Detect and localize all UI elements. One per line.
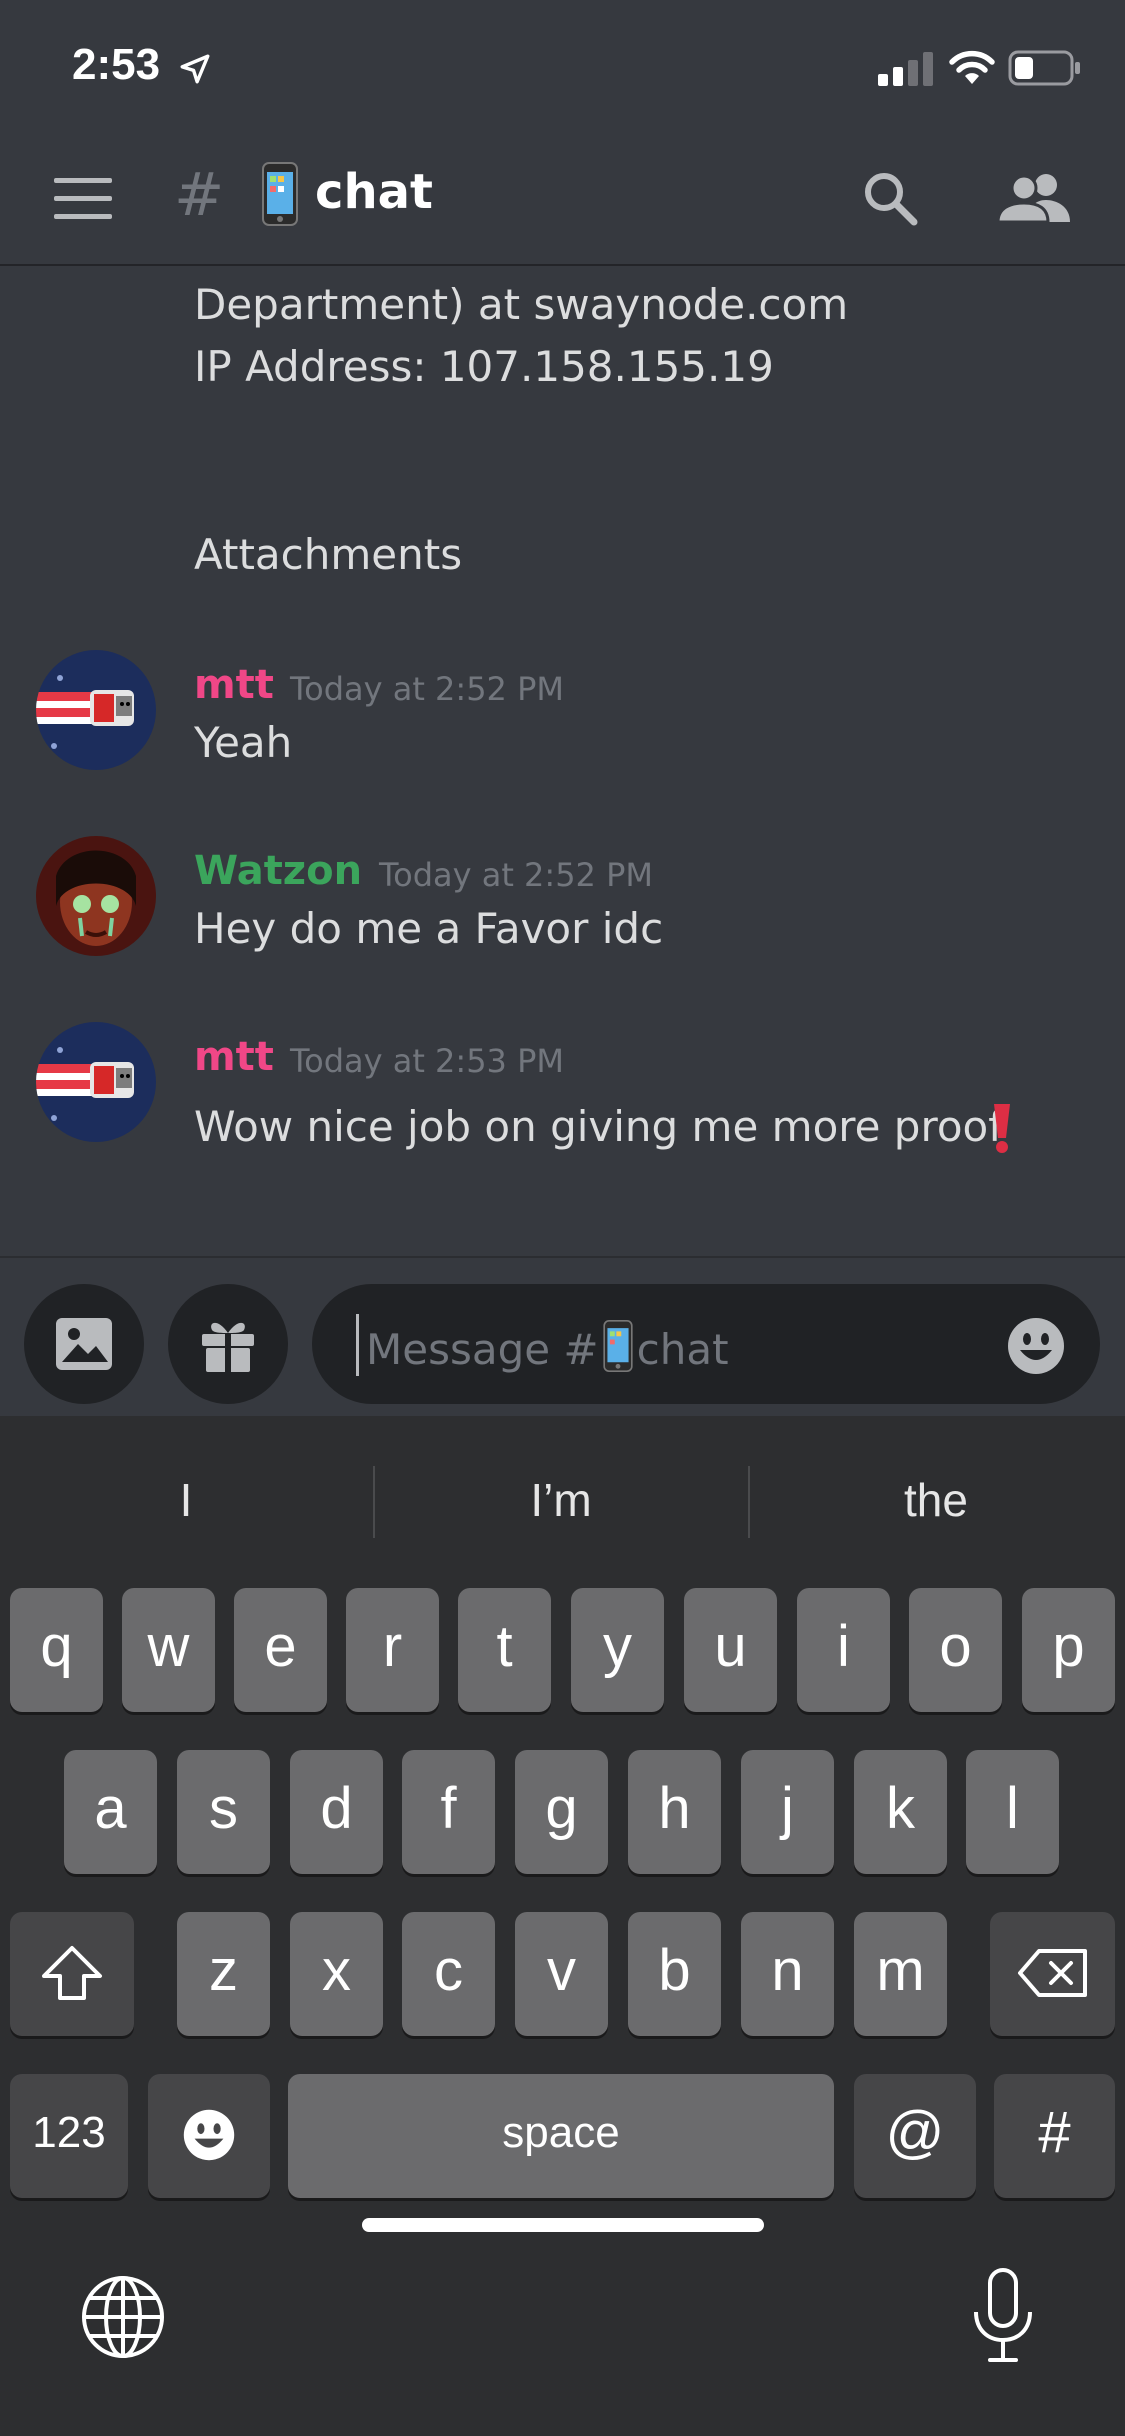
- backspace-icon: [1018, 1949, 1087, 1997]
- message-partial-line: IP Address: 107.158.155.19: [194, 342, 774, 391]
- key-l[interactable]: l: [966, 1750, 1059, 1874]
- suggestion-2[interactable]: I’m: [375, 1460, 747, 1540]
- key-z[interactable]: z: [177, 1912, 270, 2036]
- message-timestamp: Today at 2:52 PM: [290, 670, 564, 708]
- key-s[interactable]: s: [177, 1750, 270, 1874]
- avatar-mtt-icon: [36, 1022, 156, 1142]
- emoji-picker-icon[interactable]: [1006, 1316, 1066, 1376]
- key-u[interactable]: u: [684, 1588, 777, 1712]
- text-caret: [356, 1314, 359, 1376]
- cellular-signal-icon: [878, 52, 933, 86]
- message-input-placeholder: Message # chat: [366, 1320, 729, 1374]
- home-indicator[interactable]: [362, 2218, 764, 2232]
- channel-hash-icon: #: [174, 160, 225, 230]
- message-timestamp: Today at 2:53 PM: [290, 1042, 564, 1080]
- image-icon: [56, 1318, 112, 1370]
- key-t[interactable]: t: [458, 1588, 551, 1712]
- hash-key[interactable]: #: [994, 2074, 1115, 2198]
- globe-icon[interactable]: [80, 2274, 166, 2360]
- hamburger-menu-icon[interactable]: [54, 178, 112, 220]
- key-q[interactable]: q: [10, 1588, 103, 1712]
- members-icon[interactable]: [998, 172, 1070, 222]
- location-arrow-icon: [180, 54, 210, 84]
- message-author[interactable]: mtt: [194, 662, 274, 708]
- avatar-mtt-icon: [36, 650, 156, 770]
- key-d[interactable]: d: [290, 1750, 383, 1874]
- avatar[interactable]: [36, 836, 156, 956]
- battery-icon: [1008, 50, 1080, 86]
- message-composer: Message # chat: [0, 1256, 1125, 1416]
- microphone-icon[interactable]: [970, 2268, 1036, 2364]
- suggestion-3[interactable]: the: [750, 1460, 1122, 1540]
- shift-key[interactable]: [10, 1912, 134, 2036]
- key-c[interactable]: c: [402, 1912, 495, 2036]
- upload-image-button[interactable]: [24, 1284, 144, 1404]
- status-time: 2:53: [72, 40, 161, 89]
- mobile-phone-emoji-icon: [262, 162, 298, 226]
- key-k[interactable]: k: [854, 1750, 947, 1874]
- message-list[interactable]: Notify the legal Department (copyright D…: [0, 266, 1125, 1256]
- key-f[interactable]: f: [402, 1750, 495, 1874]
- key-o[interactable]: o: [909, 1588, 1002, 1712]
- key-y[interactable]: y: [571, 1588, 664, 1712]
- backspace-key[interactable]: [990, 1912, 1115, 2036]
- message-timestamp: Today at 2:52 PM: [379, 856, 653, 894]
- exclamation-emoji-icon: [994, 1104, 1010, 1153]
- key-a[interactable]: a: [64, 1750, 157, 1874]
- key-g[interactable]: g: [515, 1750, 608, 1874]
- gift-icon: [202, 1322, 254, 1372]
- gift-button[interactable]: [168, 1284, 288, 1404]
- keyboard: I I’m the q w e r t y u i o p a s d f g …: [0, 1416, 1125, 2436]
- key-j[interactable]: j: [741, 1750, 834, 1874]
- space-key[interactable]: space: [288, 2074, 834, 2198]
- shift-arrow-icon: [42, 1946, 102, 2000]
- at-key[interactable]: @: [854, 2074, 976, 2198]
- channel-name[interactable]: chat: [315, 164, 433, 220]
- key-r[interactable]: r: [346, 1588, 439, 1712]
- message-author[interactable]: Watzon: [194, 848, 362, 894]
- attachments-label: Attachments: [194, 530, 463, 579]
- message-input[interactable]: Message # chat: [312, 1284, 1100, 1404]
- key-m[interactable]: m: [854, 1912, 947, 2036]
- message-partial-line: Department) at swaynode.com: [194, 280, 849, 329]
- avatar[interactable]: [36, 650, 156, 770]
- message-text: Wow nice job on giving me more proof: [194, 1102, 1003, 1151]
- message-text: Hey do me a Favor idc: [194, 904, 664, 953]
- message-author[interactable]: mtt: [194, 1034, 274, 1080]
- search-icon[interactable]: [862, 170, 918, 226]
- avatar-watzon-icon: [36, 836, 156, 956]
- suggestion-1[interactable]: I: [0, 1460, 372, 1540]
- numbers-key[interactable]: 123: [10, 2074, 128, 2198]
- key-h[interactable]: h: [628, 1750, 721, 1874]
- key-v[interactable]: v: [515, 1912, 608, 2036]
- mobile-phone-emoji-icon: [603, 1320, 633, 1372]
- key-p[interactable]: p: [1022, 1588, 1115, 1712]
- key-w[interactable]: w: [122, 1588, 215, 1712]
- avatar[interactable]: [36, 1022, 156, 1142]
- key-x[interactable]: x: [290, 1912, 383, 2036]
- key-e[interactable]: e: [234, 1588, 327, 1712]
- key-b[interactable]: b: [628, 1912, 721, 2036]
- key-n[interactable]: n: [741, 1912, 834, 2036]
- emoji-key[interactable]: [148, 2074, 270, 2198]
- message-text: Yeah: [194, 718, 293, 767]
- top-bar: 2:53 # chat: [0, 0, 1125, 266]
- key-i[interactable]: i: [797, 1588, 890, 1712]
- wifi-icon: [949, 50, 995, 84]
- emoji-face-icon: [183, 2109, 235, 2161]
